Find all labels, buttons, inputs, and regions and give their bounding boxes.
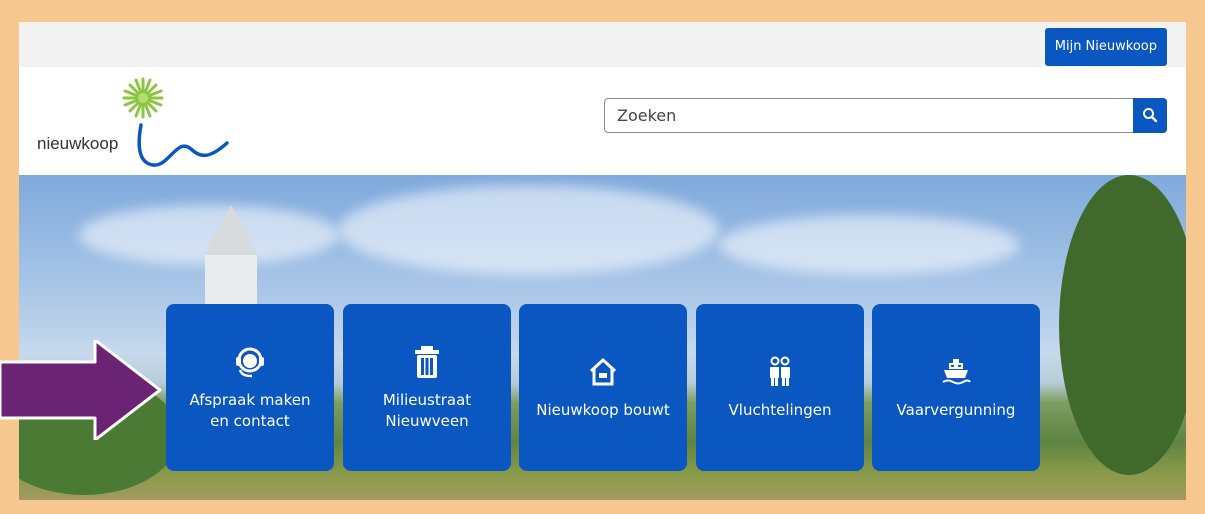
hero-image: Afspraak maken en contact Milieustraat N… bbox=[19, 175, 1186, 500]
search-bar bbox=[604, 98, 1167, 133]
site-header: nieuwkoop bbox=[19, 67, 1186, 175]
cloud bbox=[339, 185, 719, 275]
tree bbox=[1059, 175, 1186, 475]
boat-icon bbox=[938, 354, 974, 390]
tile-afspraak-maken[interactable]: Afspraak maken en contact bbox=[166, 304, 334, 471]
tile-label: Afspraak maken bbox=[189, 390, 311, 409]
top-bar: Mijn Nieuwkoop bbox=[19, 22, 1186, 67]
tile-nieuwkoop-bouwt[interactable]: Nieuwkoop bouwt bbox=[519, 304, 687, 471]
cloud bbox=[719, 215, 1019, 275]
tile-label: Nieuwveen bbox=[385, 411, 469, 430]
tile-label: Vaarvergunning bbox=[896, 401, 1016, 419]
search-icon bbox=[1143, 108, 1158, 123]
nieuwkoop-logo[interactable]: nieuwkoop bbox=[37, 77, 237, 167]
headset-icon bbox=[232, 344, 268, 380]
tile-label: Vluchtelingen bbox=[728, 401, 832, 419]
people-icon bbox=[762, 354, 798, 390]
search-button[interactable] bbox=[1133, 98, 1167, 133]
tile-vaarvergunning[interactable]: Vaarvergunning bbox=[872, 304, 1040, 471]
tower-roof bbox=[203, 205, 259, 257]
page-frame: Mijn Nieuwkoop nieuwkoop Zoeken Afspraak… bbox=[19, 22, 1186, 500]
mijn-nieuwkoop-button[interactable]: Mijn Nieuwkoop bbox=[1044, 28, 1167, 66]
tile-label: en contact bbox=[210, 411, 290, 430]
tile-vluchtelingen[interactable]: Vluchtelingen bbox=[696, 304, 864, 471]
tile-milieustraat[interactable]: Milieustraat Nieuwveen bbox=[343, 304, 511, 471]
tile-label: Milieustraat bbox=[382, 390, 472, 409]
logo-text: nieuwkoop bbox=[37, 134, 119, 153]
house-icon bbox=[585, 354, 621, 390]
search-input[interactable] bbox=[605, 99, 1149, 132]
pointer-arrow-icon bbox=[0, 340, 162, 440]
tile-label: Nieuwkoop bouwt bbox=[536, 401, 670, 419]
trash-icon bbox=[409, 344, 445, 380]
